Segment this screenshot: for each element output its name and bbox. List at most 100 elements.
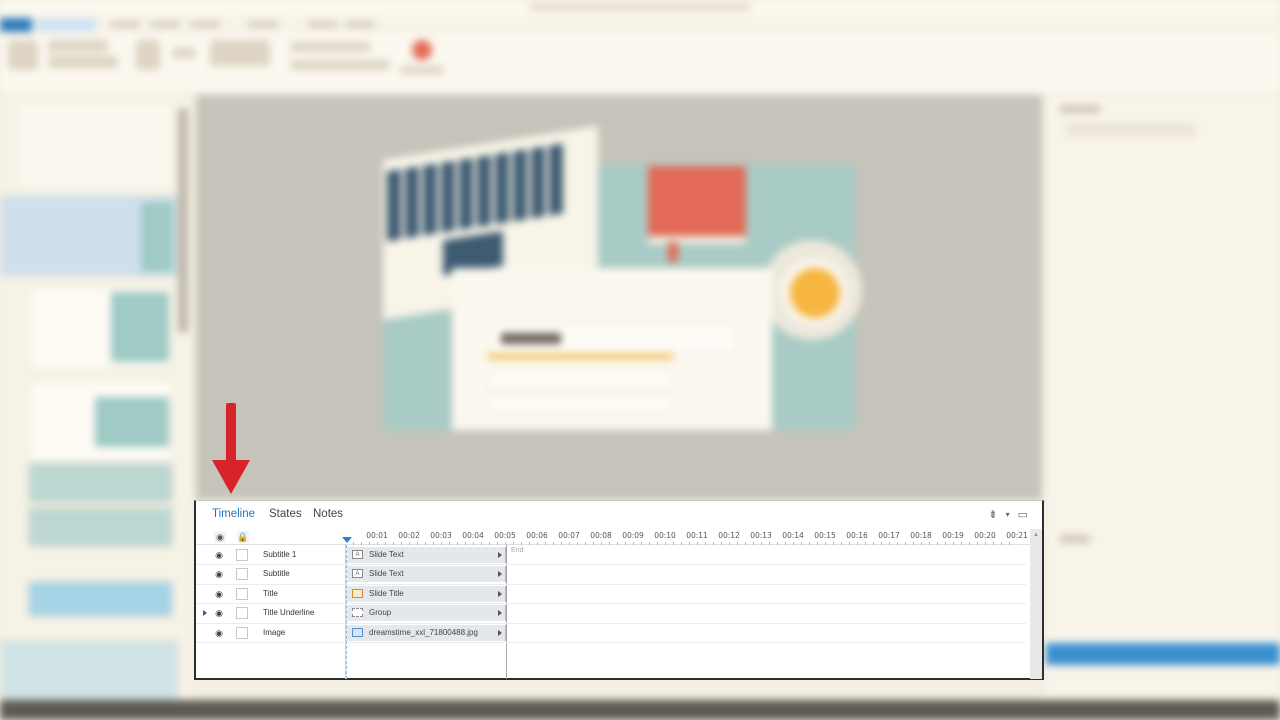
- ruler-tick-label: 00:06: [526, 531, 548, 540]
- ruler-tick-mark: [601, 542, 602, 545]
- timeline-object-bar[interactable]: A Slide Text: [347, 547, 506, 563]
- ruler-tick-mark: [625, 542, 626, 545]
- layer-name: Title: [263, 588, 278, 598]
- ruler-tick-mark: [1001, 542, 1002, 545]
- ruler-tick-mark: [857, 542, 858, 545]
- lock-checkbox[interactable]: [236, 549, 248, 561]
- timeline-row[interactable]: ◉ Title Underline Group: [196, 604, 1026, 624]
- ruler-tick-mark: [921, 542, 922, 545]
- ruler-tick-mark: [465, 542, 466, 545]
- ruler-tick-label: 00:13: [750, 531, 772, 540]
- ruler-tick-mark: [985, 542, 986, 545]
- object-label: dreamstime_xxl_71800488.jpg: [369, 627, 478, 637]
- ruler-tick-mark: [361, 542, 362, 545]
- ruler-tick-mark: [673, 542, 674, 545]
- tab-states[interactable]: States: [269, 508, 302, 520]
- time-ruler[interactable]: 00:01 00:02 00:03 00:04 00:05 00:06 00:07 00:08…: [346, 529, 1028, 545]
- undock-panel-icon[interactable]: ▭: [1018, 508, 1028, 521]
- timeline-row[interactable]: ◉ Title Slide Title: [196, 585, 1026, 605]
- ruler-tick-mark: [849, 542, 850, 545]
- ruler-tick-mark: [825, 542, 826, 545]
- ruler-tick-mark: [521, 542, 522, 545]
- dropdown-chevron-icon[interactable]: ▾: [1006, 510, 1010, 519]
- ruler-tick-mark: [353, 542, 354, 545]
- timeline-row[interactable]: ◉ Image dreamstime_xxl_71800488.jpg: [196, 624, 1026, 643]
- timeline-row[interactable]: ◉ Subtitle A Slide Text: [196, 565, 1026, 585]
- ruler-tick-mark: [457, 542, 458, 545]
- ruler-tick-mark: [537, 542, 538, 545]
- playhead-marker[interactable]: [342, 537, 352, 543]
- ruler-tick-mark: [753, 542, 754, 545]
- ruler-tick-mark: [769, 542, 770, 545]
- expand-group-icon[interactable]: [203, 610, 207, 617]
- ruler-tick-mark: [913, 542, 914, 545]
- ruler-tick-mark: [393, 542, 394, 545]
- timeline-object-bar[interactable]: Slide Title: [347, 585, 506, 602]
- tab-notes[interactable]: Notes: [313, 508, 343, 520]
- annotation-arrow-shaft: [226, 403, 236, 463]
- book-graphic: [648, 166, 746, 262]
- ruler-tick-label: 00:19: [942, 531, 964, 540]
- timeline-object-bar[interactable]: A Slide Text: [347, 566, 506, 583]
- ruler-tick-mark: [817, 542, 818, 545]
- ruler-tick-mark: [713, 542, 714, 545]
- ruler-tick-label: 00:16: [846, 531, 868, 540]
- ruler-tick-mark: [737, 542, 738, 545]
- layer-name: Title Underline: [263, 608, 315, 618]
- ruler-tick-mark: [889, 542, 890, 545]
- ruler-tick-mark: [593, 542, 594, 545]
- ruler-tick-label: 00:07: [558, 531, 580, 540]
- ruler-tick-label: 00:15: [814, 531, 836, 540]
- ruler-tick-label: 00:21: [1006, 531, 1028, 540]
- ruler-tick-label: 00:04: [462, 531, 484, 540]
- ruler-tick-mark: [473, 542, 474, 545]
- ruler-tick-label: 00:20: [974, 531, 996, 540]
- ruler-tick-mark: [553, 542, 554, 545]
- chevron-right-icon[interactable]: [498, 590, 502, 597]
- chevron-right-icon[interactable]: [498, 552, 502, 558]
- lock-checkbox[interactable]: [236, 607, 248, 620]
- lock-checkbox[interactable]: [236, 587, 248, 600]
- annotation-arrow-head: [212, 460, 250, 494]
- ruler-tick-mark: [721, 542, 722, 545]
- ruler-tick-mark: [425, 542, 426, 545]
- chevron-right-icon[interactable]: [498, 629, 502, 636]
- visibility-eye-icon[interactable]: ◉: [213, 549, 225, 561]
- visibility-eye-icon[interactable]: ◉: [213, 607, 225, 619]
- ruler-tick-mark: [609, 542, 610, 545]
- visibility-eye-icon[interactable]: ◉: [213, 568, 225, 580]
- timeline-object-bar[interactable]: Group: [347, 605, 506, 622]
- visibility-eye-icon[interactable]: ◉: [213, 588, 225, 600]
- visibility-eye-icon[interactable]: ◉: [213, 627, 225, 639]
- ruler-tick-mark: [905, 542, 906, 545]
- scroll-up-icon[interactable]: ▲: [1033, 532, 1039, 538]
- ruler-tick-label: 00:09: [622, 531, 644, 540]
- ruler-tick-mark: [401, 542, 402, 545]
- chevron-right-icon[interactable]: [498, 571, 502, 578]
- fit-timeline-icon[interactable]: ⇟: [988, 508, 997, 521]
- lock-all-icon[interactable]: 🔒: [237, 531, 249, 543]
- timeline-object-bar[interactable]: dreamstime_xxl_71800488.jpg: [347, 624, 506, 641]
- ribbon: [0, 34, 1280, 94]
- ruler-tick-mark: [729, 542, 730, 545]
- show-all-eye-icon[interactable]: ◉: [214, 531, 226, 543]
- ruler-tick-mark: [377, 542, 378, 545]
- ruler-tick-label: 00:18: [910, 531, 932, 540]
- lock-checkbox[interactable]: [236, 568, 248, 581]
- chevron-right-icon[interactable]: [498, 610, 502, 617]
- ruler-tick-mark: [961, 542, 962, 545]
- ruler-tick-mark: [977, 542, 978, 545]
- tab-timeline[interactable]: Timeline: [212, 508, 255, 520]
- timeline-scrollbar[interactable]: ▲: [1030, 529, 1042, 679]
- ruler-tick-mark: [793, 542, 794, 545]
- ruler-tick-label: 00:10: [654, 531, 676, 540]
- timeline-panel: Timeline States Notes ⇟ ▾ ▭ ◉ 🔒 00:01 00:…: [194, 500, 1044, 680]
- timeline-row[interactable]: ◉ Subtitle 1 A Slide Text: [196, 546, 1026, 566]
- ruler-tick-label: 00:05: [494, 531, 516, 540]
- ruler-tick-mark: [881, 542, 882, 545]
- ruler-tick-mark: [385, 542, 386, 545]
- ruler-tick-mark: [697, 542, 698, 545]
- lock-checkbox[interactable]: [236, 626, 248, 639]
- layer-name: Image: [263, 627, 286, 637]
- ribbon-tabs: [0, 16, 1280, 34]
